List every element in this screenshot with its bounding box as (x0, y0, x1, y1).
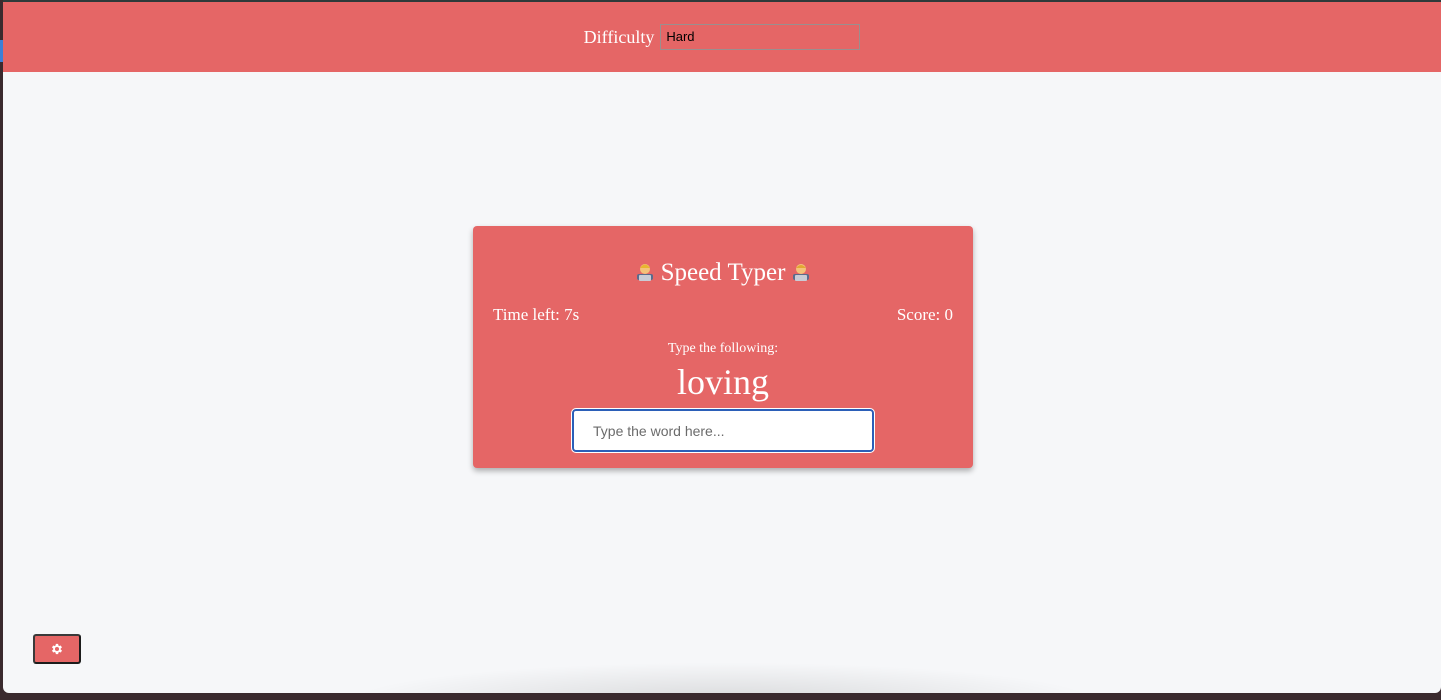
settings-bar: Difficulty Hard (3, 2, 1441, 72)
game-title: Speed Typer (473, 256, 973, 290)
difficulty-select[interactable]: Hard (660, 24, 861, 50)
time-left: Time left: 7s (493, 305, 580, 324)
technologist-icon (636, 264, 653, 281)
score: Score: 0 (896, 305, 953, 324)
technologist-icon (793, 264, 810, 281)
app-window: Difficulty Hard Speed Typer Time left: 7… (3, 0, 1441, 693)
word-input[interactable] (571, 408, 875, 453)
gear-icon (51, 643, 63, 655)
game-title-text: Speed Typer (660, 259, 786, 286)
prompt-label: Type the following: (667, 341, 779, 356)
settings-toggle-button[interactable] (33, 634, 81, 664)
game-card: Speed Typer Time left: 7s Score: 0 Type … (473, 226, 973, 468)
difficulty-label: Difficulty (583, 26, 655, 47)
dock-shadow (343, 662, 1103, 693)
target-word: loving (676, 362, 769, 402)
